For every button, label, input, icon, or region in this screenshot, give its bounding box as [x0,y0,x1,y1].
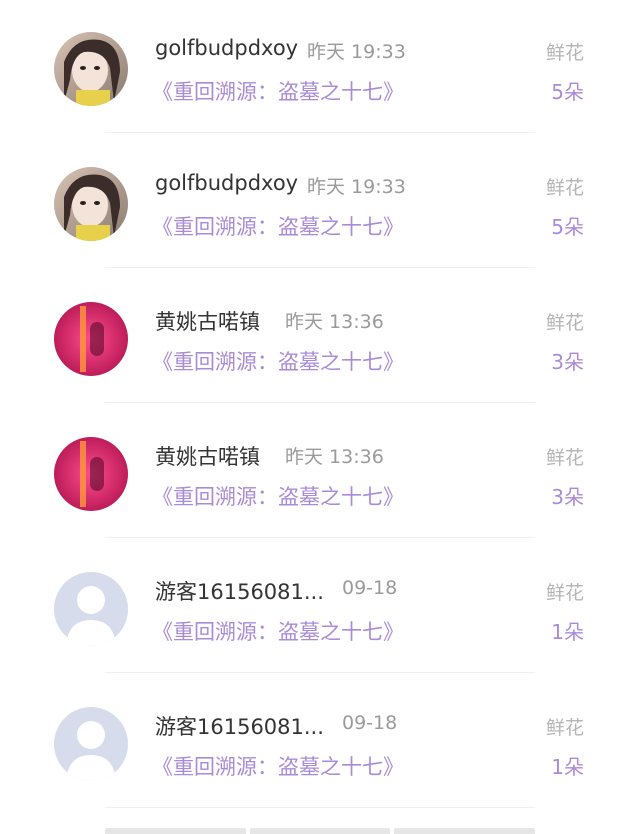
gift-count: 3朵 [551,350,584,374]
divider [105,537,535,538]
gift-type-label: 鲜花 [545,717,584,739]
avatar[interactable] [54,707,128,781]
list-item[interactable]: 黄姚古喏镇 昨天 13:36 《重回溯源：盗墓之十七》 鲜花 3朵 [0,270,640,405]
user-photo-icon [54,32,128,106]
gift-type-label: 鲜花 [545,312,584,334]
timestamp: 09-18 [342,577,398,599]
username[interactable]: golfbudpdxoy [155,171,298,195]
list-item[interactable]: golfbudpdxoy 昨天 19:33 《重回溯源：盗墓之十七》 鲜花 5朵 [0,135,640,270]
username[interactable]: 黄姚古喏镇 [155,441,260,471]
gift-list: golfbudpdxoy 昨天 19:33 《重回溯源：盗墓之十七》 鲜花 5朵… [0,0,640,810]
list-item[interactable]: golfbudpdxoy 昨天 19:33 《重回溯源：盗墓之十七》 鲜花 5朵 [0,0,640,135]
gift-count: 1朵 [551,755,584,779]
divider [105,672,535,673]
book-title-link[interactable]: 《重回溯源：盗墓之十七》 [152,76,404,106]
avatar[interactable] [54,32,128,106]
timestamp: 09-18 [342,712,398,734]
timestamp: 昨天 19:33 [307,41,406,63]
book-title-link[interactable]: 《重回溯源：盗墓之十七》 [152,751,404,781]
book-title-link[interactable]: 《重回溯源：盗墓之十七》 [152,346,404,376]
book-title-link[interactable]: 《重回溯源：盗墓之十七》 [152,481,404,511]
default-user-icon [54,572,128,646]
gift-count: 1朵 [551,620,584,644]
bottom-tab[interactable] [105,828,246,834]
gift-type-label: 鲜花 [545,42,584,64]
book-title-link[interactable]: 《重回溯源：盗墓之十七》 [152,211,404,241]
gift-count: 5朵 [551,80,584,104]
neon-photo-icon [54,302,128,376]
avatar[interactable] [54,572,128,646]
gift-type-label: 鲜花 [545,177,584,199]
username[interactable]: golfbudpdxoy [155,36,298,60]
user-photo-icon [54,167,128,241]
username[interactable]: 游客16156081... [155,711,324,741]
divider [105,132,535,133]
bottom-tab[interactable] [394,828,536,834]
default-user-icon [54,707,128,781]
username[interactable]: 游客16156081... [155,576,324,606]
list-item[interactable]: 游客16156081... 09-18 《重回溯源：盗墓之十七》 鲜花 1朵 [0,675,640,810]
list-item[interactable]: 游客16156081... 09-18 《重回溯源：盗墓之十七》 鲜花 1朵 [0,540,640,675]
gift-count: 5朵 [551,215,584,239]
username[interactable]: 黄姚古喏镇 [155,306,260,336]
avatar[interactable] [54,167,128,241]
avatar[interactable] [54,302,128,376]
gift-count: 3朵 [551,485,584,509]
list-item[interactable]: 黄姚古喏镇 昨天 13:36 《重回溯源：盗墓之十七》 鲜花 3朵 [0,405,640,540]
neon-photo-icon [54,437,128,511]
timestamp: 昨天 13:36 [285,311,384,333]
divider [105,807,535,808]
book-title-link[interactable]: 《重回溯源：盗墓之十七》 [152,616,404,646]
divider [105,402,535,403]
timestamp: 昨天 19:33 [307,176,406,198]
timestamp: 昨天 13:36 [285,446,384,468]
gift-type-label: 鲜花 [545,447,584,469]
avatar[interactable] [54,437,128,511]
bottom-tab-bar [105,828,536,834]
bottom-tab[interactable] [249,828,391,834]
divider [105,267,535,268]
gift-type-label: 鲜花 [545,582,584,604]
